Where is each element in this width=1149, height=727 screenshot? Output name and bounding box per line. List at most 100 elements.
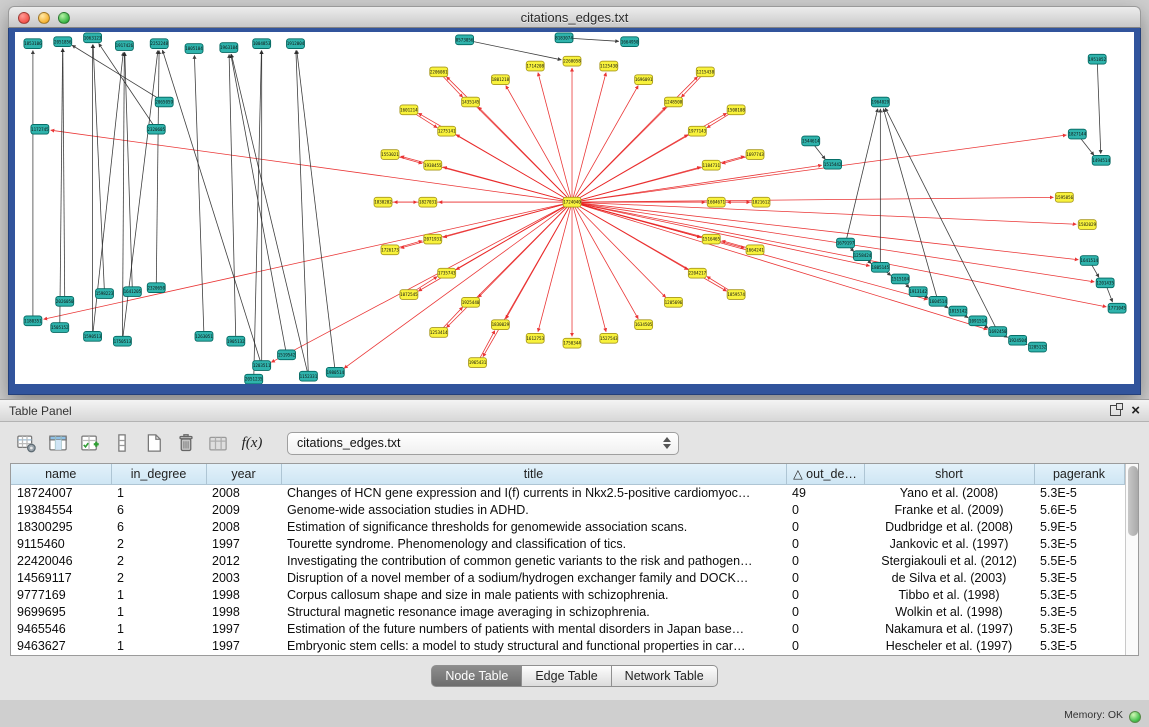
table-cell[interactable]: 9465546 — [11, 621, 111, 638]
graph-node[interactable]: 1205696 — [665, 297, 683, 307]
graph-node[interactable]: 8573056 — [456, 35, 474, 45]
table-cell[interactable]: Embryonic stem cells: a model to study s… — [281, 638, 786, 655]
table-cell[interactable]: 2012 — [206, 552, 281, 569]
table-cell[interactable]: Genome-wide association studies in ADHD. — [281, 501, 786, 518]
graph-node[interactable]: 8183074 — [555, 33, 573, 43]
table-cell[interactable]: 5.3E-5 — [1034, 638, 1124, 655]
graph-node[interactable]: 1285132 — [1029, 342, 1047, 352]
graph-node[interactable]: 1951852 — [1088, 54, 1106, 64]
table-cell[interactable]: 1 — [111, 621, 206, 638]
table-cell[interactable]: 9777169 — [11, 587, 111, 604]
table-cell[interactable]: Franke et al. (2009) — [864, 501, 1034, 518]
graph-node[interactable]: 1519542 — [278, 350, 296, 360]
function-builder-button[interactable]: f(x) — [236, 430, 268, 456]
graph-edge[interactable] — [572, 202, 1076, 224]
graph-edge[interactable] — [194, 55, 204, 336]
table-cell[interactable]: 5.5E-5 — [1034, 552, 1124, 569]
create-column-button[interactable] — [76, 430, 103, 456]
table-cell[interactable]: 9699695 — [11, 604, 111, 621]
graph-node[interactable]: 1203511 — [253, 361, 271, 371]
table-cell[interactable]: 0 — [786, 518, 864, 535]
graph-edge[interactable] — [93, 45, 104, 294]
graph-node[interactable]: 1508108 — [727, 105, 745, 115]
graph-edge[interactable] — [572, 202, 1094, 282]
float-panel-icon[interactable] — [1110, 405, 1121, 416]
graph-node[interactable]: 2051856 — [54, 37, 72, 47]
graph-node[interactable]: 2206081 — [430, 67, 448, 77]
graph-node[interactable]: 2260058 — [563, 56, 581, 66]
graph-node[interactable]: 1180351 — [24, 316, 42, 326]
table-cell[interactable]: 5.3E-5 — [1034, 621, 1124, 638]
graph-node[interactable]: 2320605 — [147, 124, 165, 134]
graph-node[interactable]: 1263051 — [195, 331, 213, 341]
graph-node[interactable]: 1821612 — [752, 197, 770, 207]
graph-node[interactable]: 1664950 — [621, 37, 639, 47]
graph-node[interactable]: 1582029 — [1078, 220, 1096, 230]
column-header-pagerank[interactable]: pagerank — [1034, 464, 1124, 484]
tab-network-table[interactable]: Network Table — [612, 665, 718, 687]
table-cell[interactable]: 0 — [786, 638, 864, 655]
graph-node[interactable]: 1815142 — [949, 306, 967, 316]
graph-node[interactable]: 1641514 — [1080, 256, 1098, 266]
graph-edge[interactable] — [572, 77, 698, 202]
graph-node[interactable]: 1965431 — [469, 358, 487, 368]
graph-edge[interactable] — [506, 86, 572, 203]
graph-node[interactable]: 1696091 — [635, 75, 653, 85]
graph-edge[interactable] — [572, 86, 638, 203]
table-row[interactable]: 977716911998Corpus callosum shape and si… — [11, 587, 1124, 604]
table-cell[interactable]: Wolkin et al. (1998) — [864, 604, 1034, 621]
graph-edge[interactable] — [156, 50, 159, 287]
table-cell[interactable]: 22420046 — [11, 552, 111, 569]
table-cell[interactable]: Structural magnetic resonance image aver… — [281, 604, 786, 621]
table-cell[interactable]: Changes of HCN gene expression and I(f) … — [281, 484, 786, 501]
graph-node[interactable]: 1664241 — [746, 245, 764, 255]
table-cell[interactable]: 18300295 — [11, 518, 111, 535]
graph-node[interactable]: 1827144 — [1068, 129, 1086, 139]
graph-node[interactable]: 1830029 — [491, 320, 509, 330]
graph-node[interactable]: 1905132 — [227, 336, 245, 346]
graph-edge[interactable] — [538, 73, 572, 203]
table-row[interactable]: 911546021997Tourette syndrome. Phenomeno… — [11, 535, 1124, 552]
table-cell[interactable]: 14569117 — [11, 569, 111, 586]
table-cell[interactable]: 5.3E-5 — [1034, 484, 1124, 501]
table-cell[interactable]: 5.3E-5 — [1034, 569, 1124, 586]
table-cell[interactable]: Corpus callosum shape and size in male p… — [281, 587, 786, 604]
table-cell[interactable]: Estimation of the future numbers of pati… — [281, 621, 786, 638]
tab-node-table[interactable]: Node Table — [431, 665, 522, 687]
graph-edge[interactable] — [538, 202, 572, 332]
graph-edge[interactable] — [296, 50, 309, 376]
graph-node[interactable]: 1494514 — [1092, 155, 1110, 165]
graph-edge[interactable] — [63, 49, 65, 302]
graph-node[interactable]: 2320650 — [147, 283, 165, 293]
graph-edge[interactable] — [446, 77, 572, 202]
table-cell[interactable]: 2008 — [206, 518, 281, 535]
graph-edge[interactable] — [60, 49, 63, 328]
table-cell[interactable]: Dudbridge et al. (2008) — [864, 518, 1034, 535]
graph-node[interactable]: 1735743 — [438, 268, 456, 278]
graph-node[interactable]: 1601214 — [400, 105, 418, 115]
graph-node[interactable]: 1726173 — [381, 245, 399, 255]
graph-edge[interactable] — [846, 109, 878, 243]
table-cell[interactable]: 2009 — [206, 501, 281, 518]
table-cell[interactable]: 1997 — [206, 638, 281, 655]
table-cell[interactable]: 1998 — [206, 604, 281, 621]
graph-node[interactable]: 1172745 — [31, 124, 49, 134]
graph-edge[interactable] — [122, 52, 124, 341]
graph-node[interactable]: 1063123 — [84, 33, 102, 43]
graph-edge[interactable] — [162, 50, 261, 365]
zoom-window-button[interactable] — [58, 12, 70, 24]
graph-node[interactable]: 1925440 — [462, 297, 480, 307]
table-cell[interactable]: 5.6E-5 — [1034, 501, 1124, 518]
graph-node[interactable]: 2204217 — [688, 268, 706, 278]
graph-node[interactable]: 1215438 — [696, 67, 714, 77]
column-header-short[interactable]: short — [864, 464, 1034, 484]
graph-edge[interactable] — [572, 73, 606, 203]
graph-node[interactable]: 1598223 — [96, 289, 114, 299]
network-file-select[interactable]: citations_edges.txt — [287, 432, 679, 455]
graph-node[interactable]: 1544614 — [802, 136, 820, 146]
column-header-in_degree[interactable]: in_degree — [111, 464, 206, 484]
table-cell[interactable]: 5.3E-5 — [1034, 535, 1124, 552]
graph-node[interactable]: 1750513 — [113, 336, 131, 346]
graph-edge[interactable] — [572, 202, 870, 266]
table-row[interactable]: 1938455462009Genome-wide association stu… — [11, 501, 1124, 518]
